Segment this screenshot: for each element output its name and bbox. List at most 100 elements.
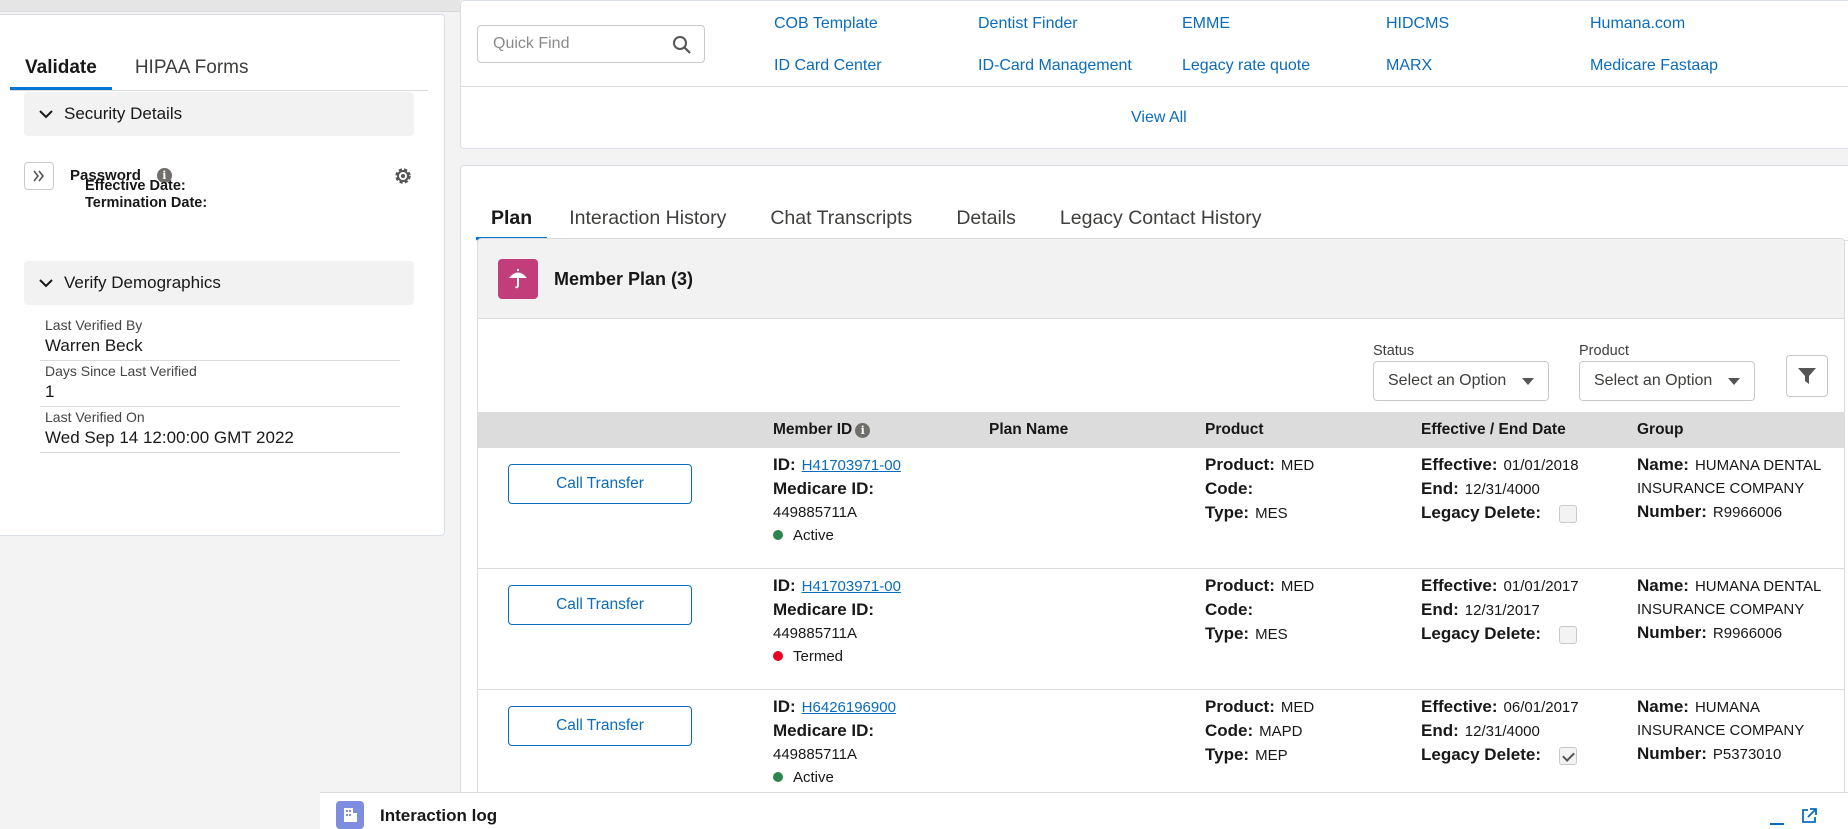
validate-panel: Validate HIPAA Forms Security Details Pa… bbox=[0, 14, 445, 536]
interaction-log-bar[interactable]: Interaction log bbox=[320, 792, 1848, 829]
call-transfer-button[interactable]: Call Transfer bbox=[508, 464, 692, 504]
code-value: MAPD bbox=[1259, 723, 1303, 740]
dates-cell: Effective: 01/01/2017 End: 12/31/2017 Lega… bbox=[1421, 574, 1579, 646]
dates-cell: Effective: 06/01/2017 End: 12/31/4000 Lega… bbox=[1421, 695, 1579, 767]
type-label: Type: bbox=[1205, 503, 1250, 522]
member-id-cell: ID: H41703971-00 Medicare ID: 449885711A … bbox=[773, 453, 901, 547]
product-label: Product: bbox=[1205, 455, 1275, 474]
tab-details[interactable]: Details bbox=[934, 181, 1038, 240]
link-dentist-finder[interactable]: Dentist Finder bbox=[978, 15, 1078, 33]
tab-hipaa-forms[interactable]: HIPAA Forms bbox=[120, 39, 264, 90]
termination-date-label: Termination Date: bbox=[85, 195, 208, 211]
quick-find-input[interactable] bbox=[477, 25, 705, 63]
link-id-card-center[interactable]: ID Card Center bbox=[774, 57, 882, 75]
link-hidcms[interactable]: HIDCMS bbox=[1386, 15, 1449, 33]
group-name-value: HUMANA DENTAL bbox=[1694, 457, 1822, 474]
info-icon[interactable]: i bbox=[855, 422, 871, 438]
divider bbox=[40, 406, 400, 407]
end-value: 12/31/4000 bbox=[1464, 481, 1540, 498]
medicare-id-label: Medicare ID: bbox=[773, 479, 875, 498]
last-verified-on-label: Last Verified On bbox=[45, 409, 145, 425]
effective-value: 06/01/2017 bbox=[1503, 699, 1579, 716]
security-details-header[interactable]: Security Details bbox=[24, 92, 414, 136]
end-value: 12/31/2017 bbox=[1464, 602, 1540, 619]
status-text: Active bbox=[793, 527, 834, 544]
product-label: Product: bbox=[1205, 576, 1275, 595]
expand-button[interactable] bbox=[24, 162, 54, 190]
link-marx[interactable]: MARX bbox=[1386, 57, 1432, 75]
member-id-link[interactable]: H6426196900 bbox=[802, 699, 896, 716]
group-number-label: Number: bbox=[1637, 744, 1707, 763]
legacy-delete-label: Legacy Delete: bbox=[1421, 624, 1541, 643]
group-cell: Name: HUMANA DENTAL INSURANCE COMPANY Num… bbox=[1637, 574, 1821, 645]
product-select[interactable]: Select an Option bbox=[1579, 361, 1755, 401]
link-humana-com[interactable]: Humana.com bbox=[1590, 15, 1685, 33]
status-dot bbox=[773, 651, 783, 661]
link-legacy-rate-quote[interactable]: Legacy rate quote bbox=[1182, 57, 1310, 75]
divider bbox=[40, 452, 400, 453]
product-cell: Product: MED Code: MAPD Type: MEP bbox=[1205, 695, 1314, 767]
member-plan-section: Member Plan (3) Status Select an Option … bbox=[477, 238, 1845, 829]
product-value: MED bbox=[1280, 699, 1315, 716]
status-text: Active bbox=[793, 769, 834, 786]
link-medicare-fastaap[interactable]: Medicare Fastaap bbox=[1590, 57, 1718, 75]
filter-button[interactable] bbox=[1786, 355, 1828, 397]
tab-legacy-contact-history[interactable]: Legacy Contact History bbox=[1038, 181, 1284, 240]
group-name-value: HUMANA bbox=[1694, 699, 1760, 716]
group-cell: Name: HUMANA INSURANCE COMPANY Number: P53… bbox=[1637, 695, 1804, 766]
tab-interaction-history[interactable]: Interaction History bbox=[547, 181, 748, 240]
call-transfer-button[interactable]: Call Transfer bbox=[508, 706, 692, 746]
end-label: End: bbox=[1421, 721, 1459, 740]
days-since-label: Days Since Last Verified bbox=[45, 363, 197, 379]
top-strip bbox=[0, 0, 460, 12]
quick-links-card: COB Template Dentist Finder EMME HIDCMS … bbox=[460, 0, 1848, 149]
last-verified-on-value: Wed Sep 14 12:00:00 GMT 2022 bbox=[45, 428, 294, 447]
divider bbox=[40, 360, 400, 361]
tab-validate[interactable]: Validate bbox=[10, 39, 112, 90]
group-number-label: Number: bbox=[1637, 502, 1707, 521]
chevron-down-icon bbox=[39, 110, 53, 119]
column-effective-end-date: Effective / End Date bbox=[1421, 421, 1566, 438]
link-emme[interactable]: EMME bbox=[1182, 15, 1230, 33]
pop-out-icon[interactable] bbox=[1800, 807, 1818, 825]
member-id-link[interactable]: H41703971-00 bbox=[802, 578, 901, 595]
group-name-value-cont: INSURANCE COMPANY bbox=[1637, 601, 1805, 618]
interaction-log-title: Interaction log bbox=[380, 806, 498, 825]
group-name-value-cont: INSURANCE COMPANY bbox=[1637, 722, 1805, 739]
column-group: Group bbox=[1637, 421, 1684, 438]
view-all-link[interactable]: View All bbox=[1131, 109, 1187, 127]
end-label: End: bbox=[1421, 479, 1459, 498]
chevron-down-icon bbox=[39, 279, 53, 288]
member-plan-title: Member Plan (3) bbox=[554, 269, 694, 289]
call-transfer-button[interactable]: Call Transfer bbox=[508, 585, 692, 625]
member-plan-header: Member Plan (3) bbox=[478, 239, 1844, 319]
column-plan-name: Plan Name bbox=[989, 421, 1069, 438]
group-cell: Name: HUMANA DENTAL INSURANCE COMPANY Num… bbox=[1637, 453, 1821, 524]
link-cob-template[interactable]: COB Template bbox=[774, 15, 878, 33]
minimize-icon[interactable] bbox=[1770, 823, 1784, 825]
group-name-label: Name: bbox=[1637, 455, 1689, 474]
member-id-link[interactable]: H41703971-00 bbox=[802, 457, 901, 474]
group-name-value: HUMANA DENTAL bbox=[1694, 578, 1822, 595]
type-label: Type: bbox=[1205, 745, 1250, 764]
caret-down-icon bbox=[1728, 378, 1740, 385]
search-icon[interactable] bbox=[672, 35, 692, 55]
gear-icon[interactable] bbox=[393, 166, 413, 186]
last-verified-by-label: Last Verified By bbox=[45, 317, 143, 333]
verify-demographics-header[interactable]: Verify Demographics bbox=[24, 261, 414, 305]
last-verified-by-value: Warren Beck bbox=[45, 336, 143, 355]
column-member-id: Member ID i bbox=[773, 421, 871, 439]
group-number-value: P5373010 bbox=[1712, 746, 1782, 763]
link-id-card-management[interactable]: ID-Card Management bbox=[978, 57, 1132, 75]
end-value: 12/31/4000 bbox=[1464, 723, 1540, 740]
tab-chat-transcripts[interactable]: Chat Transcripts bbox=[748, 181, 934, 240]
product-select-value: Select an Option bbox=[1594, 372, 1713, 389]
legacy-delete-checkbox bbox=[1559, 747, 1577, 766]
tab-plan[interactable]: Plan bbox=[476, 181, 548, 240]
product-filter-label: Product bbox=[1579, 343, 1629, 359]
chevron-double-right-icon bbox=[33, 170, 45, 182]
member-id-cell: ID: H41703971-00 Medicare ID: 449885711A … bbox=[773, 574, 901, 668]
type-value: MES bbox=[1255, 505, 1288, 522]
status-select[interactable]: Select an Option bbox=[1373, 361, 1549, 401]
table-header: Member ID i Plan Name Product Effective … bbox=[478, 412, 1844, 448]
